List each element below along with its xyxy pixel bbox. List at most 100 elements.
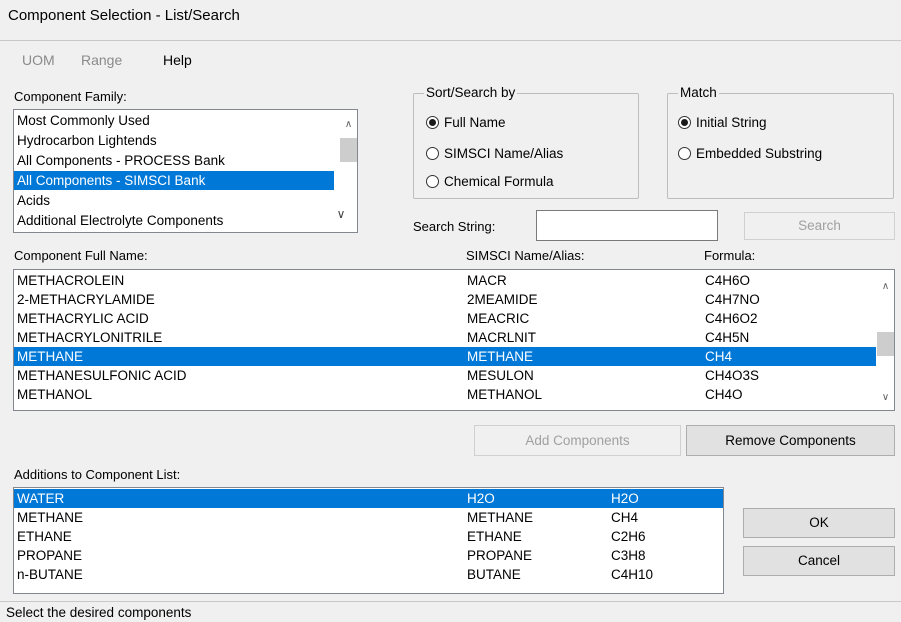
cancel-button[interactable]: Cancel xyxy=(743,546,895,576)
radio-icon[interactable] xyxy=(426,147,439,160)
sort-option-label: Chemical Formula xyxy=(444,174,554,189)
cell-formula: CH4 xyxy=(705,349,733,364)
cell-name: WATER xyxy=(17,491,65,506)
cell-formula: CH4O xyxy=(705,387,743,402)
cell-name: ETHANE xyxy=(17,529,72,544)
family-item[interactable]: Acids xyxy=(14,191,334,210)
cell-formula: C4H7NO xyxy=(705,292,760,307)
header-formula: Formula: xyxy=(704,248,756,263)
component-row[interactable]: 2-METHACRYLAMIDE 2MEAMIDE C4H7NO xyxy=(14,290,876,309)
sort-option[interactable]: SIMSCI Name/Alias xyxy=(426,144,563,164)
chevron-down-icon[interactable]: ∨ xyxy=(332,207,350,221)
cell-alias: MESULON xyxy=(467,368,534,383)
cell-formula: C2H6 xyxy=(611,529,646,544)
add-components-button[interactable]: Add Components xyxy=(474,425,681,456)
cell-name: METHACRYLIC ACID xyxy=(17,311,149,326)
component-family-label: Component Family: xyxy=(14,89,127,104)
match-title: Match xyxy=(678,85,719,100)
window-title: Component Selection - List/Search xyxy=(8,7,240,24)
menu-help[interactable]: Help xyxy=(163,52,192,68)
cell-alias: BUTANE xyxy=(467,567,521,582)
sort-search-group: Sort/Search by Full Name SIMSCI Name/Alia… xyxy=(413,85,639,199)
cell-name: METHANESULFONIC ACID xyxy=(17,368,187,383)
radio-icon[interactable] xyxy=(426,116,439,129)
cell-formula: C4H5N xyxy=(705,330,750,345)
family-item[interactable]: Hydrocarbon Lightends xyxy=(14,131,334,150)
addition-row[interactable]: n-BUTANE BUTANE C4H10 xyxy=(14,565,723,584)
cell-formula: C4H10 xyxy=(611,567,654,582)
cell-name: METHACROLEIN xyxy=(17,273,125,288)
radio-icon[interactable] xyxy=(678,147,691,160)
component-row[interactable]: METHACRYLIC ACID MEACRIC C4H6O2 xyxy=(14,309,876,328)
header-alias: SIMSCI Name/Alias: xyxy=(466,248,585,263)
cell-alias: MACRLNIT xyxy=(467,330,537,345)
component-row[interactable]: METHANE METHANE CH4 xyxy=(14,347,876,366)
match-option[interactable]: Initial String xyxy=(678,113,767,133)
status-text: Select the desired components xyxy=(6,605,192,620)
component-row[interactable]: METHANESULFONIC ACID MESULON CH4O3S xyxy=(14,366,876,385)
component-row[interactable]: METHACRYLONITRILE MACRLNIT C4H5N xyxy=(14,328,876,347)
sort-option[interactable]: Full Name xyxy=(426,113,506,133)
cell-alias: METHANOL xyxy=(467,387,543,402)
component-list-scrollbar[interactable]: ∧ ∨ xyxy=(877,270,894,410)
radio-icon[interactable] xyxy=(426,175,439,188)
cell-alias: METHANE xyxy=(467,349,534,364)
menu-uom[interactable]: UOM xyxy=(22,52,55,68)
cell-alias: METHANE xyxy=(467,510,534,525)
additions-label: Additions to Component List: xyxy=(14,467,181,482)
sort-option[interactable]: Chemical Formula xyxy=(426,172,554,192)
scroll-thumb[interactable] xyxy=(877,332,894,356)
scroll-up-icon[interactable]: ∧ xyxy=(877,278,894,295)
cell-formula: H2O xyxy=(611,491,639,506)
search-string-label: Search String: xyxy=(413,219,496,234)
status-bar: Select the desired components xyxy=(0,601,901,622)
search-button[interactable]: Search xyxy=(744,212,895,240)
search-input[interactable] xyxy=(536,210,718,241)
cell-name: METHANE xyxy=(17,510,84,525)
cell-name: PROPANE xyxy=(17,548,83,563)
scroll-down-icon[interactable]: ∨ xyxy=(877,389,894,406)
cell-formula: C4H6O xyxy=(705,273,751,288)
cell-alias: MACR xyxy=(467,273,507,288)
menu-bar: UOM Range Help xyxy=(0,46,901,74)
cell-formula: CH4O3S xyxy=(705,368,760,383)
cell-name: METHANE xyxy=(17,349,84,364)
match-option[interactable]: Embedded Substring xyxy=(678,144,822,164)
cell-name: METHACRYLONITRILE xyxy=(17,330,163,345)
family-item[interactable]: Most Commonly Used xyxy=(14,111,334,130)
cell-formula: C4H6O2 xyxy=(705,311,758,326)
component-family-list[interactable]: Most Commonly Used Hydrocarbon Lightends A… xyxy=(13,109,358,233)
cell-formula: C3H8 xyxy=(611,548,646,563)
family-item[interactable]: All Components - SIMSCI Bank xyxy=(14,171,334,190)
cell-alias: H2O xyxy=(467,491,495,506)
addition-row[interactable]: ETHANE ETHANE C2H6 xyxy=(14,527,723,546)
title-divider xyxy=(0,40,901,41)
menu-range[interactable]: Range xyxy=(81,52,122,68)
cell-alias: PROPANE xyxy=(467,548,533,563)
remove-components-button[interactable]: Remove Components xyxy=(686,425,895,456)
scroll-up-icon[interactable]: ∧ xyxy=(340,116,357,133)
family-item[interactable]: Additional Electrolyte Components xyxy=(14,211,334,230)
cell-alias: 2MEAMIDE xyxy=(467,292,538,307)
ok-button[interactable]: OK xyxy=(743,508,895,538)
addition-row[interactable]: WATER H2O H2O xyxy=(14,489,723,508)
component-row[interactable]: METHACROLEIN MACR C4H6O xyxy=(14,271,876,290)
cell-alias: MEACRIC xyxy=(467,311,530,326)
match-option-label: Initial String xyxy=(696,115,767,130)
radio-icon[interactable] xyxy=(678,116,691,129)
cell-formula: CH4 xyxy=(611,510,639,525)
additions-list[interactable]: WATER H2O H2O METHANE METHANE CH4 ETHANE ETHANE… xyxy=(13,487,724,594)
header-full-name: Component Full Name: xyxy=(14,248,148,263)
scroll-thumb[interactable] xyxy=(340,138,357,162)
cell-name: METHANOL xyxy=(17,387,93,402)
cell-alias: ETHANE xyxy=(467,529,522,544)
family-item[interactable]: All Components - PROCESS Bank xyxy=(14,151,334,170)
match-group: Match Initial String Embedded Substring xyxy=(667,85,894,199)
addition-row[interactable]: METHANE METHANE CH4 xyxy=(14,508,723,527)
sort-option-label: SIMSCI Name/Alias xyxy=(444,146,564,161)
component-row[interactable]: METHANOL METHANOL CH4O xyxy=(14,385,876,404)
addition-row[interactable]: PROPANE PROPANE C3H8 xyxy=(14,546,723,565)
sort-option-label: Full Name xyxy=(444,115,506,130)
component-list[interactable]: METHACROLEIN MACR C4H6O 2-METHACRYLAMIDE 2ME… xyxy=(13,269,895,411)
sort-search-title: Sort/Search by xyxy=(424,85,518,100)
